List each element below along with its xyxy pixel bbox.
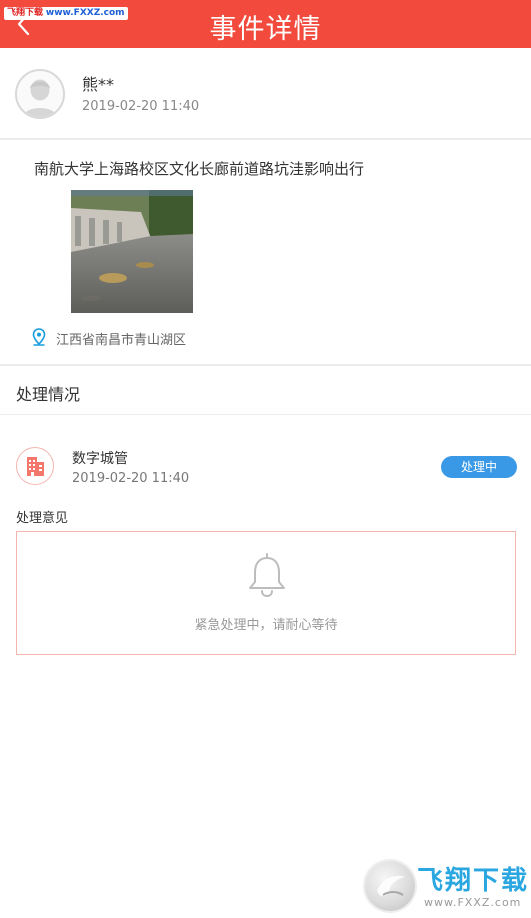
opinion-label: 处理意见 [16,511,69,526]
reporter-name: 熊** [82,75,115,94]
divider [0,414,531,415]
watermark-top-brand: 飞翔下载 [7,8,44,18]
building-icon [16,447,54,485]
opinion-message: 紧急处理中，请耐心等待 [194,618,338,633]
watermark-logo-icon [365,861,415,911]
watermark-brand: 飞翔下载 [417,866,530,896]
watermark-top-url: www.FXXZ.com [45,8,125,18]
bell-icon [249,553,285,598]
reporter-section: 熊** 2019-02-20 11:40 [0,48,531,139]
processing-section-title: 处理情况 [16,385,81,404]
watermark-bottom: 飞翔下载 www.FXXZ.com [362,858,527,914]
event-photo[interactable] [71,190,193,313]
divider [0,138,531,140]
divider [0,364,531,366]
org-time: 2019-02-20 11:40 [72,471,190,486]
map-pin-icon [32,328,46,346]
event-description: 南航大学上海路校区文化长廊前道路坑洼影响出行 [34,160,365,178]
location-text: 江西省南昌市青山湖区 [56,333,187,348]
user-avatar-icon [15,69,65,119]
org-name: 数字城管 [72,451,128,467]
opinion-box: 紧急处理中，请耐心等待 [16,531,516,655]
watermark-top: 飞翔下载 www.FXXZ.com [4,7,128,20]
watermark-url: www.FXXZ.com [424,896,522,909]
status-badge: 处理中 [441,456,517,478]
reporter-time: 2019-02-20 11:40 [82,99,200,114]
processing-record: 数字城管 2019-02-20 11:40 处理中 [0,437,531,497]
